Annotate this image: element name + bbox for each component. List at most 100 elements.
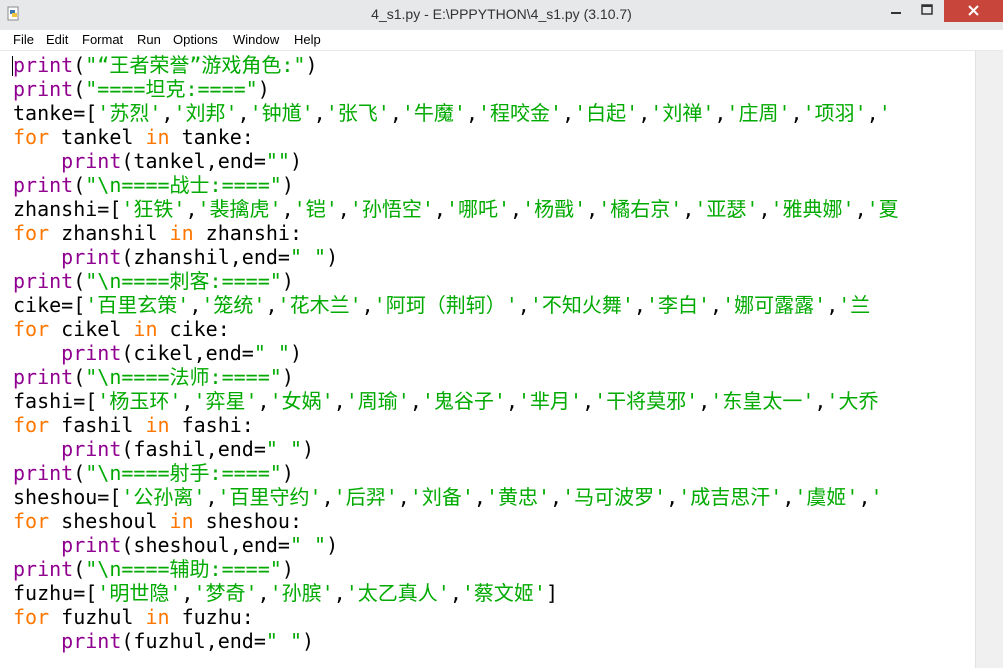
maximize-button[interactable]: [912, 0, 942, 22]
code-token: '刘邦': [173, 101, 238, 125]
code-token: ,: [265, 293, 278, 317]
code-line[interactable]: print(cikel,end=" "): [13, 341, 302, 365]
code-token: ): [281, 365, 294, 389]
code-line[interactable]: tanke=['苏烈','刘邦','钟馗','张飞','牛魔','程咬金','白…: [13, 101, 891, 125]
code-token: '芈月': [518, 389, 583, 413]
code-token: '弈星': [193, 389, 258, 413]
code-token: '狂铁': [121, 197, 186, 221]
code-token: ,: [550, 485, 563, 509]
code-token: '成吉思汗': [678, 485, 783, 509]
code-token: ,: [189, 293, 202, 317]
code-token: ,: [205, 485, 218, 509]
code-line[interactable]: print(sheshoul,end=" "): [13, 533, 338, 557]
code-token: '黄忠': [485, 485, 551, 509]
code-token: ,: [758, 197, 771, 221]
code-token: '干将莫邪': [594, 389, 699, 413]
code-token: "\n====射手:====": [85, 461, 282, 485]
code-line[interactable]: print("\n====射手:===="): [13, 461, 294, 485]
code-token: ,: [517, 293, 530, 317]
code-token: '庄周': [726, 101, 791, 125]
code-token: for: [13, 605, 50, 629]
code-token: ): [302, 629, 315, 653]
code-token: '张飞': [325, 101, 390, 125]
code-token: '刘备': [409, 485, 474, 509]
code-token: (: [73, 173, 86, 197]
code-token: ): [302, 437, 315, 461]
code-editor[interactable]: print("“王者荣誉”游戏角色:") print("====坦克:====")…: [0, 51, 975, 668]
code-token: print: [13, 269, 74, 293]
code-line[interactable]: fashi=['杨玉环','弈星','女娲','周瑜','鬼谷子','芈月','…: [13, 389, 878, 413]
code-token: '刘禅': [650, 101, 715, 125]
code-line[interactable]: print("\n====辅助:===="): [13, 557, 294, 581]
code-token: '阿珂（荆轲）': [373, 293, 518, 317]
code-token: (: [73, 557, 86, 581]
code-token: '孙膑': [269, 581, 334, 605]
code-token: '牛魔': [401, 101, 466, 125]
code-token: (zhanshil,end=: [121, 245, 290, 269]
code-token: ,: [333, 389, 346, 413]
code-token: in: [169, 509, 194, 533]
code-token: ,: [181, 389, 194, 413]
code-line[interactable]: fuzhu=['明世隐','梦奇','孙膑','太乙真人','蔡文姬']: [13, 581, 558, 605]
code-token: (fashil,end=: [121, 437, 266, 461]
code-line[interactable]: print(fashil,end=" "): [13, 437, 314, 461]
menu-options[interactable]: Options: [173, 32, 218, 47]
code-line[interactable]: print("\n====战士:===="): [13, 173, 294, 197]
vertical-scrollbar[interactable]: [975, 51, 1003, 668]
code-token: ,: [409, 389, 422, 413]
code-line[interactable]: cike=['百里玄策','笼统','花木兰','阿珂（荆轲）','不知火舞',…: [13, 293, 870, 317]
code-line[interactable]: for zhanshil in zhanshi:: [13, 221, 302, 245]
code-token: '公孙离': [121, 485, 206, 509]
menu-window[interactable]: Window: [233, 32, 279, 47]
code-token: '百里守约': [217, 485, 322, 509]
code-line[interactable]: for sheshoul in sheshou:: [13, 509, 302, 533]
code-token: " ": [289, 245, 327, 269]
menu-edit[interactable]: Edit: [46, 32, 68, 47]
menu-format[interactable]: Format: [82, 32, 123, 47]
code-token: '李白': [645, 293, 711, 317]
code-token: (sheshoul,end=: [121, 533, 290, 557]
code-line[interactable]: print("\n====刺客:===="): [13, 269, 294, 293]
code-token: '不知火舞': [529, 293, 634, 317]
code-line[interactable]: for fuzhul in fuzhu:: [13, 605, 254, 629]
code-token: ): [305, 53, 318, 77]
code-token: ,: [510, 197, 523, 221]
code-token: ,: [257, 389, 270, 413]
code-token: print: [61, 149, 122, 173]
code-line[interactable]: print("“王者荣誉”游戏角色:"): [13, 53, 318, 77]
code-token: ,: [562, 101, 575, 125]
code-token: cike=[: [13, 293, 86, 317]
code-line[interactable]: for cikel in cike:: [13, 317, 230, 341]
code-token: ,: [638, 101, 651, 125]
code-line[interactable]: for tankel in tanke:: [13, 125, 254, 149]
code-line[interactable]: print("\n====法师:===="): [13, 365, 294, 389]
code-token: zhanshi=[: [13, 197, 122, 221]
close-button[interactable]: [944, 0, 1003, 22]
code-token: ,: [181, 581, 194, 605]
code-line[interactable]: for fashil in fashi:: [13, 413, 254, 437]
menu-help[interactable]: Help: [294, 32, 321, 47]
minimize-button[interactable]: [882, 0, 910, 22]
code-line[interactable]: zhanshi=['狂铁','裴擒虎','铠','孙悟空','哪吒','杨戬',…: [13, 197, 899, 221]
code-token: ,: [826, 293, 839, 317]
code-token: ,: [682, 197, 695, 221]
code-token: '钟馗': [249, 101, 314, 125]
code-token: ,: [397, 485, 410, 509]
code-line[interactable]: sheshou=['公孙离','百里守约','后羿','刘备','黄忠','马可…: [13, 485, 883, 509]
code-line[interactable]: print(zhanshil,end=" "): [13, 245, 338, 269]
code-line[interactable]: print(tankel,end=""): [13, 149, 302, 173]
code-token: (: [73, 365, 86, 389]
code-token: ,: [714, 101, 727, 125]
code-token: fuzhu:: [169, 605, 254, 629]
code-token: ,: [449, 581, 462, 605]
code-token: ,: [321, 485, 334, 509]
code-token: ,: [361, 293, 374, 317]
menu-run[interactable]: Run: [137, 32, 161, 47]
code-line[interactable]: print("====坦克:===="): [13, 77, 270, 101]
code-token: "\n====刺客:====": [85, 269, 282, 293]
code-token: fuzhul: [49, 605, 146, 629]
menu-file[interactable]: File: [13, 32, 34, 47]
code-line[interactable]: print(fuzhul,end=" "): [13, 629, 314, 653]
code-token: ): [289, 149, 303, 173]
